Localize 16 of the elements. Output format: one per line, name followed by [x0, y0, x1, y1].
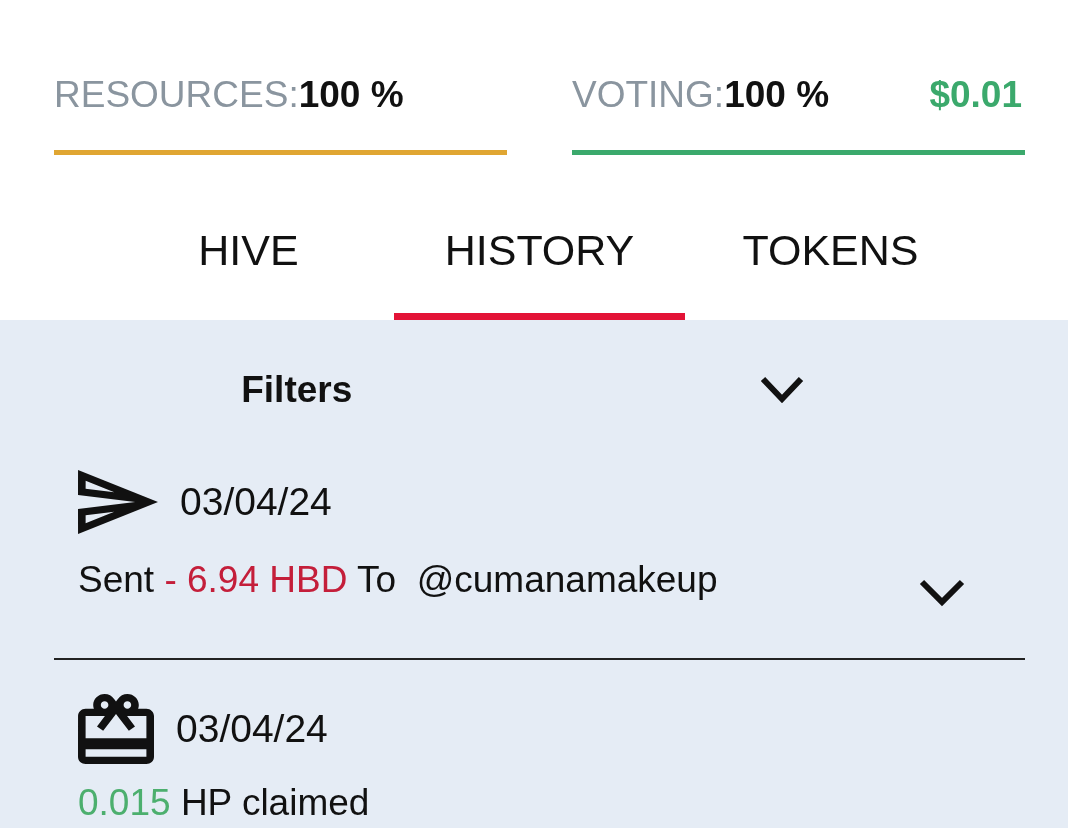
meter-value: 100 % [724, 74, 830, 115]
meter-label: RESOURCES: [54, 74, 299, 115]
transaction-description: Sent - 6.94 HBD To @cumanamakeup [78, 558, 718, 602]
filters-label[interactable]: Filters [241, 366, 353, 414]
chevron-down-icon[interactable] [760, 376, 805, 404]
transaction-date: 03/04/24 [176, 706, 328, 752]
vote-value: $0.01 [929, 74, 1023, 116]
meter-value: 100 % [298, 74, 404, 115]
chevron-down-icon[interactable] [919, 579, 965, 607]
gift-card-icon [78, 694, 154, 764]
paper-plane-icon [78, 470, 158, 534]
tab[interactable]: HIVE [103, 190, 394, 320]
transaction-date: 03/04/24 [180, 479, 332, 525]
meter-label: VOTING: [572, 74, 725, 115]
transaction-description: 0.015 HP claimed [78, 781, 370, 825]
tab[interactable]: TOKENS [685, 190, 976, 320]
